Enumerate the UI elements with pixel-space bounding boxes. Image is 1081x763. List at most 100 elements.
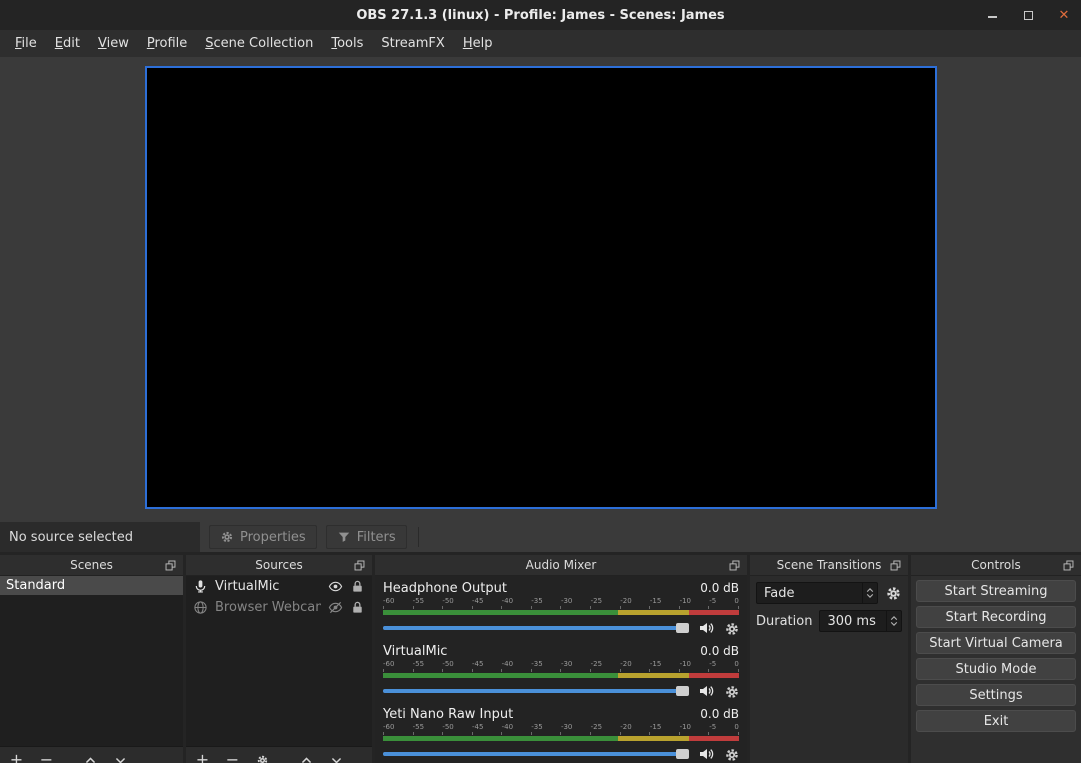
- scenes-dock: Scenes Standard +−: [0, 555, 183, 763]
- minimize-button[interactable]: [985, 8, 999, 22]
- speaker-icon[interactable]: [698, 620, 714, 636]
- toolbar-separator: [418, 527, 419, 547]
- add-source-button[interactable]: +: [195, 753, 210, 763]
- volume-slider-handle[interactable]: [676, 623, 689, 633]
- duration-label: Duration: [756, 614, 812, 629]
- transition-select-row: Fade: [756, 582, 902, 604]
- menu-edit[interactable]: Edit: [46, 30, 89, 57]
- sources-list: VirtualMic Browser Webcam: [186, 576, 372, 746]
- menu-profile[interactable]: Profile: [138, 30, 196, 57]
- scene-item[interactable]: Standard: [0, 576, 183, 595]
- duration-spinner[interactable]: [886, 611, 901, 631]
- menu-help[interactable]: Help: [454, 30, 502, 57]
- mixer-channel-level: 0.0 dB: [700, 707, 739, 721]
- sources-toolbar: +−: [186, 746, 372, 763]
- eye-icon[interactable]: [328, 579, 343, 594]
- lock-icon[interactable]: [350, 600, 365, 615]
- menu-view[interactable]: View: [89, 30, 138, 57]
- transition-combo[interactable]: Fade: [756, 582, 878, 604]
- mixer-slider-row: [383, 682, 739, 700]
- close-button[interactable]: ✕: [1057, 8, 1071, 22]
- transitions-dock-title: Scene Transitions: [777, 558, 882, 572]
- scenes-toolbar: +−: [0, 746, 183, 763]
- filters-button[interactable]: Filters: [326, 525, 407, 549]
- mic-icon: [193, 579, 208, 594]
- menu-scene-collection[interactable]: Scene Collection: [196, 30, 322, 57]
- popout-icon[interactable]: [889, 559, 902, 572]
- speaker-icon[interactable]: [698, 746, 714, 762]
- maximize-button[interactable]: [1021, 8, 1035, 22]
- controls-dock: Controls Start Streaming Start Recording S…: [911, 555, 1081, 763]
- obs-window: OBS 27.1.3 (linux) - Profile: James - Sc…: [0, 0, 1081, 763]
- source-properties-button[interactable]: [255, 753, 270, 763]
- start-streaming-button[interactable]: Start Streaming: [916, 580, 1076, 602]
- combo-spinner[interactable]: [862, 583, 877, 603]
- remove-scene-button[interactable]: −: [39, 753, 54, 763]
- mixer-slider-row: [383, 619, 739, 637]
- mixer-level-meter: [383, 736, 739, 741]
- volume-slider-handle[interactable]: [676, 686, 689, 696]
- filters-label: Filters: [357, 530, 396, 545]
- mixer-channel-name: Yeti Nano Raw Input: [383, 707, 513, 722]
- scene-transitions-dock: Scene Transitions Fade: [750, 555, 908, 763]
- start-virtual-camera-button[interactable]: Start Virtual Camera: [916, 632, 1076, 654]
- source-item[interactable]: VirtualMic: [186, 576, 372, 597]
- source-status-text: No source selected: [9, 530, 133, 545]
- duration-value: 300 ms: [820, 611, 886, 631]
- volume-slider[interactable]: [383, 689, 688, 693]
- title-bar: OBS 27.1.3 (linux) - Profile: James - Sc…: [0, 0, 1081, 30]
- mixer-channel: Yeti Nano Raw Input 0.0 dB -60-55-50-45-40…: [383, 706, 739, 763]
- source-item[interactable]: Browser Webcam: [186, 597, 372, 618]
- menu-streamfx[interactable]: StreamFX: [372, 30, 453, 57]
- volume-slider-handle[interactable]: [676, 749, 689, 759]
- exit-button[interactable]: Exit: [916, 710, 1076, 732]
- mixer-gear-icon[interactable]: [724, 684, 739, 699]
- controls-dock-header: Controls: [911, 555, 1081, 576]
- sources-dock: Sources VirtualMicBrowser Webcam +−: [186, 555, 372, 763]
- move-source-up-button[interactable]: [299, 753, 314, 763]
- transition-gear-icon[interactable]: [885, 585, 902, 602]
- add-scene-button[interactable]: +: [9, 753, 24, 763]
- lock-icon[interactable]: [350, 579, 365, 594]
- volume-slider[interactable]: [383, 626, 688, 630]
- move-scene-up-button[interactable]: [83, 753, 98, 763]
- studio-mode-button[interactable]: Studio Mode: [916, 658, 1076, 680]
- remove-source-button[interactable]: −: [225, 753, 240, 763]
- dock-row: Scenes Standard +− Sources VirtualMicBro…: [0, 552, 1081, 763]
- transitions-body: Fade Duration 300 ms: [750, 576, 908, 763]
- popout-icon[interactable]: [1062, 559, 1075, 572]
- source-name: VirtualMic: [215, 579, 321, 594]
- mixer-db-scale: -60-55-50-45-40-35-30-25-20-15-10-50: [383, 723, 739, 731]
- preview-canvas[interactable]: [145, 66, 937, 509]
- transition-combo-value: Fade: [757, 583, 862, 603]
- window-controls: ✕: [985, 0, 1071, 30]
- duration-spinbox[interactable]: 300 ms: [819, 610, 902, 632]
- start-recording-button[interactable]: Start Recording: [916, 606, 1076, 628]
- move-source-down-button[interactable]: [329, 753, 344, 763]
- mixer-channel-header: Headphone Output0.0 dB: [383, 580, 739, 596]
- menu-tools[interactable]: Tools: [322, 30, 372, 57]
- properties-label: Properties: [240, 530, 306, 545]
- volume-slider[interactable]: [383, 752, 688, 756]
- mixer-slider-row: [383, 745, 739, 763]
- workspace: [0, 57, 1081, 522]
- mixer-gear-icon[interactable]: [724, 621, 739, 636]
- source-status-panel: No source selected: [0, 522, 200, 552]
- settings-button[interactable]: Settings: [916, 684, 1076, 706]
- popout-icon[interactable]: [728, 559, 741, 572]
- menu-file[interactable]: File: [6, 30, 46, 57]
- popout-icon[interactable]: [164, 559, 177, 572]
- mixer-dock-header: Audio Mixer: [375, 555, 747, 576]
- maximize-icon: [1024, 11, 1033, 20]
- properties-button[interactable]: Properties: [209, 525, 317, 549]
- source-toolbar: No source selected Properties Filters: [0, 522, 1081, 552]
- mixer-channel-level: 0.0 dB: [700, 581, 739, 595]
- mixer-gear-icon[interactable]: [724, 747, 739, 762]
- eye-slash-icon[interactable]: [328, 600, 343, 615]
- move-scene-down-button[interactable]: [113, 753, 128, 763]
- mixer-db-scale: -60-55-50-45-40-35-30-25-20-15-10-50: [383, 597, 739, 605]
- mixer-channel-list: Headphone Output0.0 dB-60-55-50-45-40-35…: [375, 576, 747, 763]
- mixer-channel-header: VirtualMic0.0 dB: [383, 643, 739, 659]
- popout-icon[interactable]: [353, 559, 366, 572]
- speaker-icon[interactable]: [698, 683, 714, 699]
